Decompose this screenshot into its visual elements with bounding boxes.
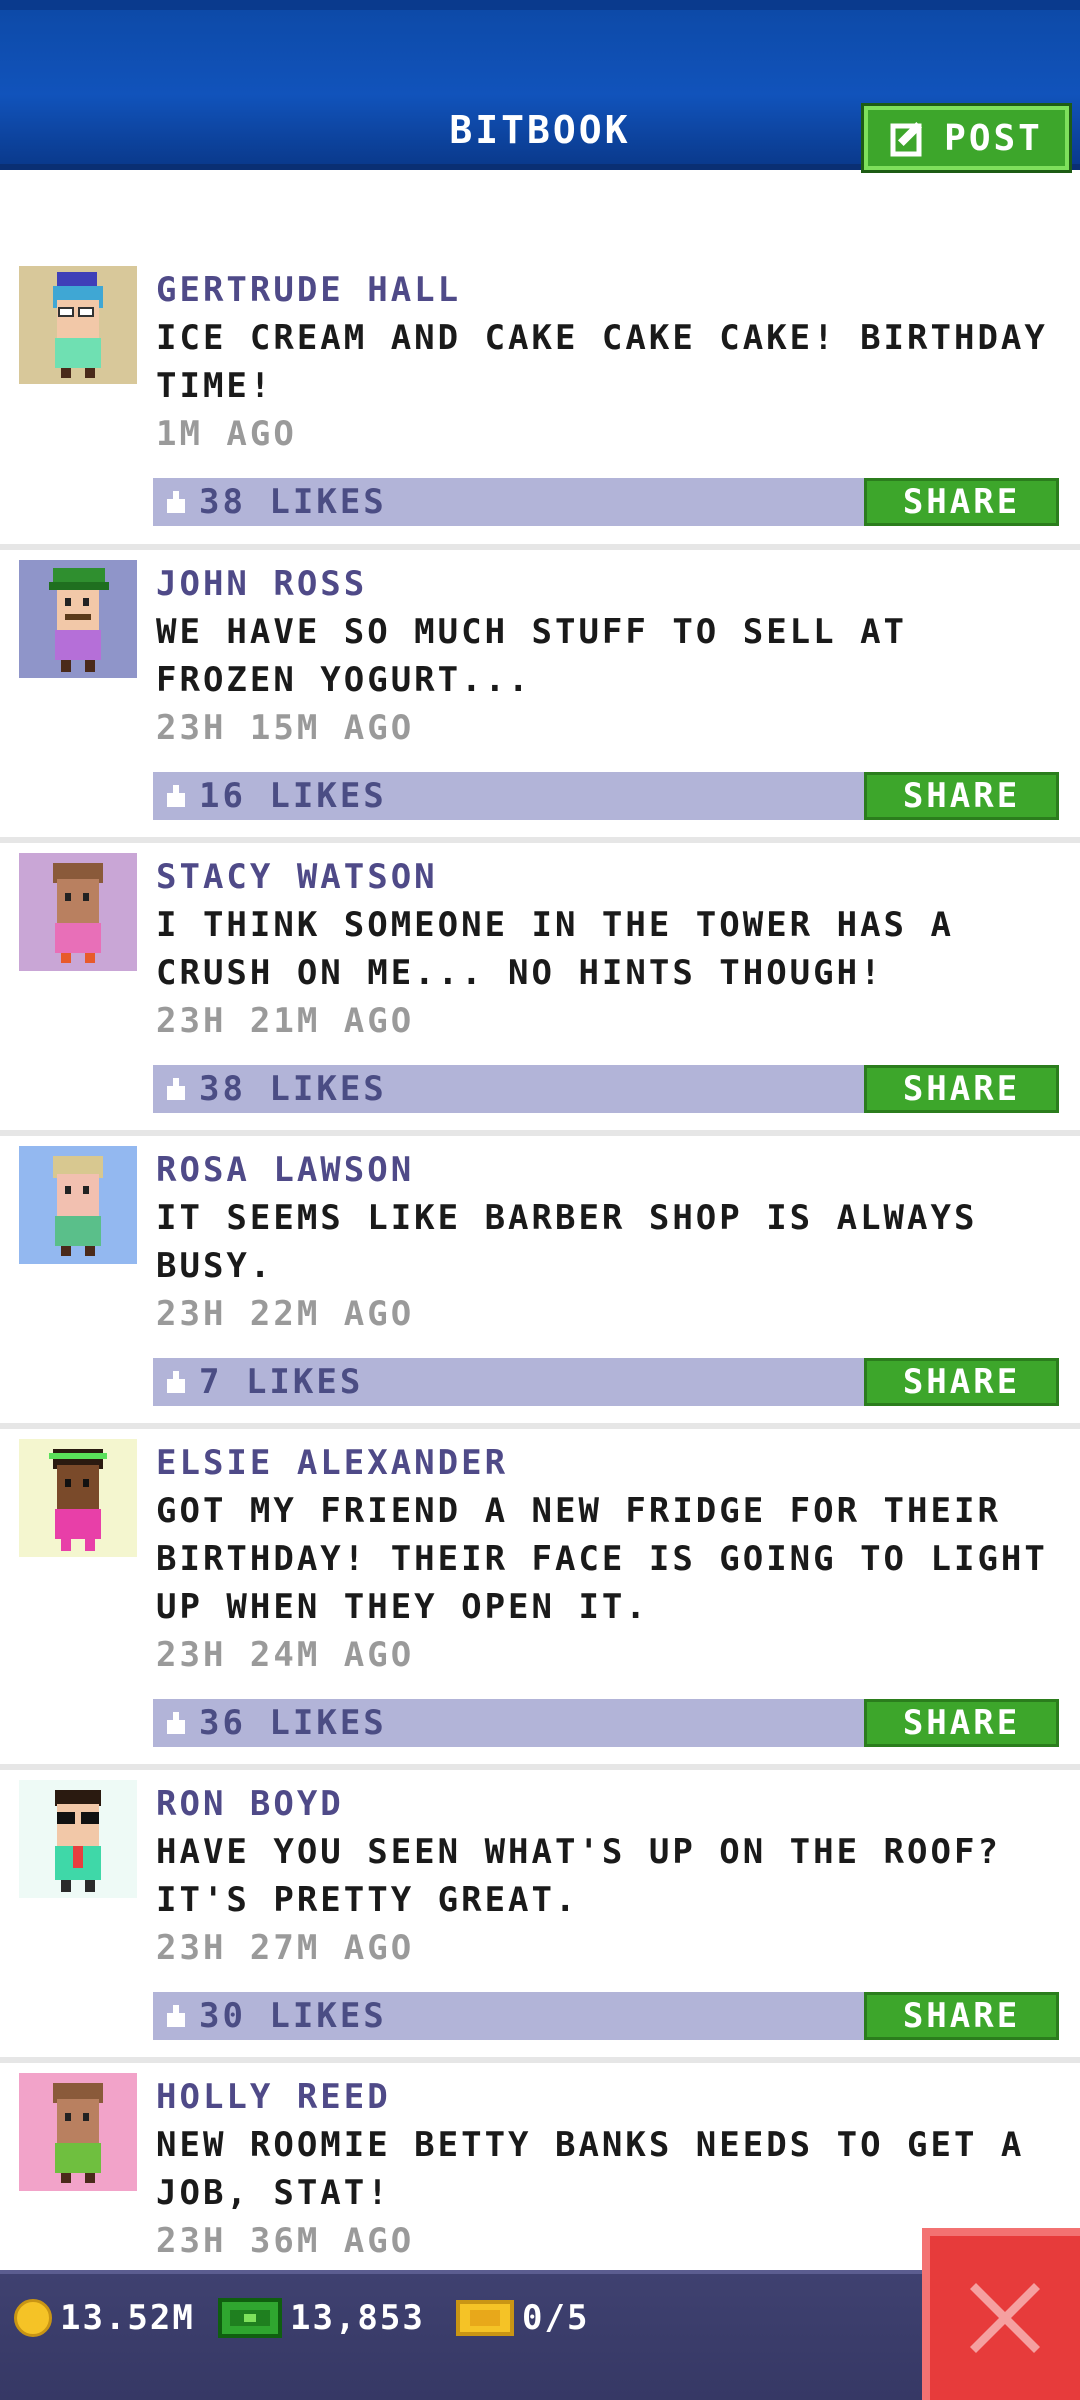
like-count: 7 LIKES — [199, 1362, 364, 1402]
like-bar[interactable]: 7 LIKES — [153, 1358, 865, 1406]
cash-icon — [218, 2298, 282, 2338]
tickets-value: 0/5 — [522, 2298, 590, 2338]
post-message: HAVE YOU SEEN WHAT'S UP ON THE ROOF? IT'… — [156, 1832, 1001, 1920]
avatar[interactable] — [19, 1439, 137, 1557]
like-bar[interactable]: 36 LIKES — [153, 1699, 865, 1747]
coin-icon — [14, 2299, 52, 2337]
bux-value: 13,853 — [290, 2298, 425, 2338]
thumbs-up-icon — [167, 2005, 185, 2027]
divider — [0, 544, 1080, 550]
person-avatar-icon — [19, 266, 137, 384]
post-message: NEW ROOMIE BETTY BANKS NEEDS TO GET A JO… — [156, 2125, 1025, 2213]
person-avatar-icon — [19, 1439, 137, 1557]
divider — [0, 1130, 1080, 1136]
post-message: WE HAVE SO MUCH STUFF TO SELL AT FROZEN … — [156, 612, 908, 700]
thumbs-up-icon — [167, 1078, 185, 1100]
coins-value: 13.52M — [60, 2298, 195, 2338]
share-button[interactable]: SHARE — [864, 772, 1059, 820]
like-bar[interactable]: 38 LIKES — [153, 1065, 865, 1113]
thumbs-up-icon — [167, 785, 185, 807]
post-author[interactable]: HOLLY REED — [156, 2073, 391, 2121]
share-button[interactable]: SHARE — [864, 478, 1059, 526]
divider — [0, 1423, 1080, 1429]
status-bar: 13.52M 13,853 0/5 — [0, 2270, 1080, 2400]
share-button[interactable]: SHARE — [864, 1992, 1059, 2040]
divider — [0, 1764, 1080, 1770]
avatar[interactable] — [19, 266, 137, 384]
avatar[interactable] — [19, 560, 137, 678]
like-count: 16 LIKES — [199, 776, 387, 816]
post-time: 23H 21M AGO — [156, 1001, 415, 1041]
compose-icon — [890, 121, 923, 157]
close-button[interactable] — [922, 2228, 1080, 2400]
post-button-label: POST — [944, 117, 1043, 159]
share-button[interactable]: SHARE — [864, 1358, 1059, 1406]
like-count: 38 LIKES — [199, 482, 387, 522]
post-author[interactable]: GERTRUDE HALL — [156, 266, 461, 314]
like-bar[interactable]: 30 LIKES — [153, 1992, 865, 2040]
share-button[interactable]: SHARE — [864, 1699, 1059, 1747]
avatar[interactable] — [19, 1146, 137, 1264]
ticket-icon — [456, 2300, 514, 2336]
post-time: 23H 36M AGO — [156, 2221, 415, 2261]
post-message: GOT MY FRIEND A NEW FRIDGE FOR THEIR BIR… — [156, 1491, 1048, 1627]
post-time: 1M AGO — [156, 414, 297, 454]
like-count: 36 LIKES — [199, 1703, 387, 1743]
divider — [0, 837, 1080, 843]
post-time: 23H 24M AGO — [156, 1635, 415, 1675]
share-button[interactable]: SHARE — [864, 1065, 1059, 1113]
close-icon — [970, 2283, 1040, 2353]
like-bar[interactable]: 16 LIKES — [153, 772, 865, 820]
post-message: IT SEEMS LIKE BARBER SHOP IS ALWAYS BUSY… — [156, 1198, 978, 1286]
app-header: BITBOOK POST — [0, 0, 1080, 173]
divider — [0, 2057, 1080, 2063]
post-author[interactable]: RON BOYD — [156, 1780, 344, 1828]
avatar[interactable] — [19, 853, 137, 971]
post-author[interactable]: JOHN ROSS — [156, 560, 367, 608]
like-count: 30 LIKES — [199, 1996, 387, 2036]
thumbs-up-icon — [167, 1712, 185, 1734]
coins-stat: 13.52M — [14, 2298, 195, 2338]
thumbs-up-icon — [167, 1371, 185, 1393]
post-button[interactable]: POST — [861, 103, 1072, 173]
post-time: 23H 27M AGO — [156, 1928, 415, 1968]
post-author[interactable]: ROSA LAWSON — [156, 1146, 414, 1194]
person-avatar-icon — [19, 1780, 137, 1898]
like-bar[interactable]: 38 LIKES — [153, 478, 865, 526]
thumbs-up-icon — [167, 491, 185, 513]
bux-stat: 13,853 — [218, 2298, 425, 2338]
post-message: ICE CREAM AND CAKE CAKE CAKE! BIRTHDAY T… — [156, 318, 1048, 406]
avatar[interactable] — [19, 1780, 137, 1898]
tickets-stat: 0/5 — [456, 2298, 589, 2338]
post-time: 23H 22M AGO — [156, 1294, 415, 1334]
post-author[interactable]: STACY WATSON — [156, 853, 438, 901]
post-author[interactable]: ELSIE ALEXANDER — [156, 1439, 508, 1487]
person-avatar-icon — [19, 560, 137, 678]
person-avatar-icon — [19, 853, 137, 971]
person-avatar-icon — [19, 1146, 137, 1264]
post-message: I THINK SOMEONE IN THE TOWER HAS A CRUSH… — [156, 905, 954, 993]
like-count: 38 LIKES — [199, 1069, 387, 1109]
person-avatar-icon — [19, 2073, 137, 2191]
post-feed[interactable]: GERTRUDE HALL ICE CREAM AND CAKE CAKE CA… — [0, 176, 1080, 2270]
avatar[interactable] — [19, 2073, 137, 2191]
post-time: 23H 15M AGO — [156, 708, 415, 748]
